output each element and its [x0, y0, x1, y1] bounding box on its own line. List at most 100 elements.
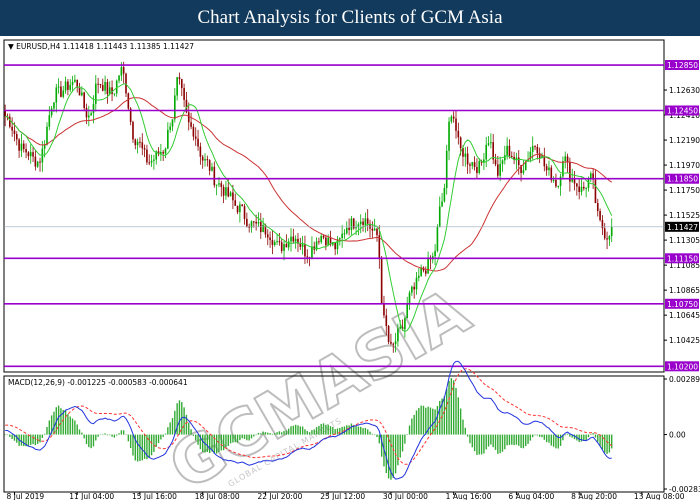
- macd-histogram-bar: [397, 434, 399, 466]
- macd-histogram-bar: [597, 434, 599, 442]
- candle-body: [355, 227, 357, 229]
- candle-body: [343, 233, 346, 235]
- macd-tick-label: -0.002837: [669, 485, 700, 494]
- macd-histogram-bar: [127, 434, 130, 442]
- macd-histogram-bar: [548, 434, 550, 443]
- macd-histogram-bar: [478, 434, 480, 455]
- candle-body: [552, 180, 555, 182]
- macd-histogram-bar: [476, 434, 478, 455]
- candle-body: [457, 130, 460, 138]
- macd-histogram-bar: [448, 380, 450, 435]
- macd-histogram-bar: [74, 420, 76, 435]
- macd-histogram-bar: [292, 425, 295, 435]
- candle-body: [273, 242, 276, 245]
- candle-body: [150, 160, 153, 163]
- candle-body: [36, 161, 39, 167]
- candle-body: [517, 157, 520, 166]
- x-tick-label: 1 Aug 16:00: [446, 492, 492, 500]
- candle-body: [197, 138, 199, 147]
- candle-body: [83, 92, 85, 109]
- candle-body: [69, 84, 72, 90]
- candle-body: [257, 221, 260, 224]
- macd-histogram-bar: [23, 434, 25, 447]
- macd-histogram-bar: [387, 434, 390, 479]
- macd-histogram-bar: [229, 434, 232, 444]
- macd-histogram-bar: [490, 434, 492, 445]
- macd-histogram-bar: [83, 434, 85, 439]
- candle-body: [241, 204, 244, 207]
- candle-body: [318, 241, 320, 243]
- candle-body: [299, 243, 302, 247]
- candle-body: [232, 192, 234, 201]
- candle-body: [497, 164, 499, 176]
- candle-body: [322, 235, 325, 238]
- candle-body: [564, 156, 567, 162]
- candle-body: [562, 161, 564, 177]
- x-tick-label: 8 Aug 20:00: [571, 492, 617, 500]
- candle-body: [418, 275, 420, 278]
- candle-body: [183, 88, 185, 100]
- chart-svg[interactable]: GCMASIA GLOBAL CAPITAL MARKETS ▼ EURUSD,…: [0, 36, 700, 500]
- candle-body: [450, 116, 453, 122]
- macd-histogram-bar: [206, 434, 209, 453]
- candle-body: [471, 162, 474, 166]
- macd-histogram-bar: [294, 424, 297, 435]
- candle-body: [50, 108, 53, 116]
- candle-body: [508, 145, 511, 156]
- macd-histogram-bar: [118, 433, 120, 435]
- price-tick-label: 1.11305: [669, 236, 700, 245]
- candle-body: [478, 161, 481, 173]
- candle-body: [57, 86, 60, 88]
- macd-histogram-bar: [150, 434, 153, 456]
- candle-body: [311, 246, 313, 259]
- macd-histogram-bar: [290, 426, 292, 435]
- macd-histogram-bar: [48, 420, 51, 435]
- macd-histogram-bar: [604, 434, 606, 453]
- macd-histogram-bar: [248, 434, 250, 441]
- candle-body: [74, 79, 76, 82]
- macd-histogram-bar: [469, 434, 471, 444]
- candle-body: [255, 221, 257, 224]
- candle-body: [278, 241, 281, 243]
- macd-histogram-bar: [92, 434, 95, 447]
- candle-body: [443, 188, 446, 202]
- candle-body: [452, 116, 455, 119]
- macd-histogram-bar: [195, 434, 197, 441]
- macd-histogram-bar: [267, 432, 269, 435]
- candle-body: [594, 179, 597, 204]
- macd-histogram-bar: [313, 429, 315, 435]
- candle-body: [603, 228, 606, 239]
- macd-histogram-bar: [606, 434, 608, 454]
- macd-histogram-bar: [99, 434, 102, 436]
- macd-histogram-bar: [162, 434, 164, 437]
- macd-histogram-bar: [320, 423, 322, 435]
- candle-body: [225, 187, 227, 196]
- ma-fast-line: [5, 83, 613, 333]
- macd-histogram-bar: [197, 434, 199, 445]
- macd-histogram-bar: [178, 400, 181, 435]
- candle-body: [371, 228, 374, 231]
- candle-body: [531, 146, 534, 152]
- candle-body: [88, 115, 90, 118]
- macd-histogram-bar: [157, 434, 160, 444]
- macd-histogram-bar: [308, 432, 311, 435]
- candle-body: [253, 221, 255, 223]
- macd-histogram-bar: [327, 424, 329, 435]
- macd-histogram-bar: [274, 433, 276, 435]
- x-tick-label: 30 Jul 00:00: [383, 492, 428, 500]
- candle-body: [362, 221, 364, 225]
- macd-histogram-bar: [499, 434, 501, 454]
- candle-body: [113, 93, 116, 95]
- macd-histogram-bar: [297, 425, 299, 435]
- candle-body: [490, 142, 492, 144]
- macd-histogram-bar: [239, 434, 241, 441]
- candle-body: [239, 204, 241, 213]
- macd-histogram-bar: [566, 433, 569, 435]
- macd-histogram-bar: [525, 434, 527, 447]
- macd-histogram-bar: [520, 434, 522, 448]
- macd-histogram-bar: [155, 434, 157, 447]
- candle-body: [229, 192, 232, 197]
- macd-histogram-bar: [529, 434, 532, 441]
- macd-histogram-bar: [160, 434, 162, 440]
- macd-histogram-bar: [69, 416, 71, 435]
